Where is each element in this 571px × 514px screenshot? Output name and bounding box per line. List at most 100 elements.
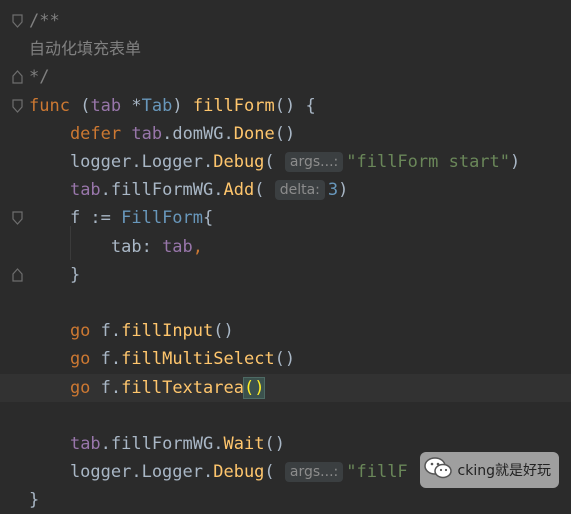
code-token: go <box>29 349 91 370</box>
code-text[interactable]: go f.fillMultiSelect() <box>29 345 295 373</box>
code-token: f := <box>29 208 122 229</box>
code-token: 自动化填充表单 <box>29 39 142 59</box>
code-token: ( <box>69 95 91 116</box>
code-line[interactable]: /** <box>0 7 571 35</box>
code-token: defer <box>29 123 122 144</box>
code-token: logger.Logger. <box>29 152 214 172</box>
code-token: tab <box>69 180 101 201</box>
code-token: { <box>203 208 214 229</box>
code-text[interactable]: logger.Logger.Debug( args...: "fillForm s… <box>29 148 520 176</box>
code-line[interactable] <box>0 402 571 430</box>
code-line[interactable]: go f.fillMultiSelect() <box>0 345 571 373</box>
code-token: tab <box>131 123 163 144</box>
code-token: /** <box>29 11 60 31</box>
code-token: fillMultiSelect <box>121 349 275 370</box>
code-token: tab <box>90 95 122 116</box>
code-token: ( <box>254 180 275 201</box>
fold-close-icon[interactable] <box>12 70 23 84</box>
code-token: tab <box>162 236 193 257</box>
code-token: () <box>242 376 266 399</box>
code-editor[interactable]: /** 自动化填充表单 */func (tab *Tab) fillForm() {… <box>0 0 571 510</box>
code-line[interactable] <box>0 289 571 317</box>
fold-close-icon[interactable] <box>12 267 23 282</box>
code-text[interactable]: */ <box>29 63 49 91</box>
code-token: fillInput <box>121 321 214 342</box>
code-token: .fillFormWG. <box>100 180 224 201</box>
fold-open-icon[interactable] <box>12 14 23 28</box>
code-token: } <box>29 490 40 511</box>
code-token: fillTextarea <box>121 377 244 398</box>
code-line[interactable]: 自动化填充表单 <box>0 35 571 63</box>
code-token: tab: <box>29 236 163 257</box>
fold-open-icon[interactable] <box>12 211 23 226</box>
code-token: go <box>29 377 91 398</box>
code-token: .domWG. <box>162 123 234 144</box>
code-token: Done <box>233 123 275 144</box>
parameter-hint: args...: <box>284 462 344 483</box>
code-token: go <box>29 321 91 342</box>
code-text[interactable]: } <box>29 261 80 289</box>
code-token: "fillForm start" <box>346 152 511 172</box>
code-token: } <box>29 264 81 285</box>
code-line[interactable]: tab.fillFormWG.Add( delta: 3) <box>0 176 571 204</box>
code-token: ) <box>172 95 193 116</box>
code-token: Debug <box>213 152 265 172</box>
code-token: f. <box>90 377 122 398</box>
code-line[interactable]: f := FillForm{ <box>0 204 571 232</box>
code-token: * <box>121 95 142 116</box>
code-token: fillForm <box>192 95 275 116</box>
code-token: Wait <box>223 434 265 454</box>
code-token: Tab <box>141 95 173 116</box>
code-token: , <box>192 236 204 257</box>
code-token: */ <box>29 67 50 88</box>
code-line[interactable]: go f.fillTextarea() <box>0 373 571 402</box>
code-text[interactable]: f := FillForm{ <box>29 204 213 232</box>
code-text[interactable]: defer tab.domWG.Done() <box>29 120 295 148</box>
code-text[interactable]: logger.Logger.Debug( args...: "fillF <box>29 458 408 486</box>
code-text[interactable]: tab: tab, <box>29 233 203 261</box>
code-line[interactable]: logger.Logger.Debug( args...: "fillForm s… <box>0 148 571 176</box>
parameter-hint: delta: <box>274 180 325 201</box>
code-token: ) <box>510 152 521 172</box>
code-text[interactable]: } <box>29 486 39 514</box>
code-line[interactable]: go f.fillInput() <box>0 317 571 345</box>
code-text[interactable]: 自动化填充表单 <box>29 35 141 63</box>
code-token: ( <box>264 462 285 483</box>
code-token: () <box>274 349 296 370</box>
code-token: func <box>29 95 70 116</box>
code-token: "fillF <box>346 462 408 483</box>
code-token: 3 <box>327 180 339 201</box>
code-token: () { <box>274 95 316 116</box>
code-token: () <box>274 123 296 144</box>
code-token: FillForm <box>121 208 204 229</box>
code-token: ) <box>338 180 349 201</box>
code-token: ( <box>264 152 285 172</box>
code-line[interactable]: tab: tab, <box>0 233 571 261</box>
code-text[interactable]: tab.fillFormWG.Add( delta: 3) <box>29 176 348 204</box>
parameter-hint: args...: <box>284 152 344 172</box>
code-token: () <box>264 434 285 454</box>
wechat-icon <box>423 456 454 484</box>
code-line[interactable]: defer tab.domWG.Done() <box>0 120 571 148</box>
watermark-text: cking就是好玩 <box>457 463 551 479</box>
code-line[interactable]: func (tab *Tab) fillForm() { <box>0 92 571 120</box>
code-text[interactable]: tab.fillFormWG.Wait() <box>29 430 285 458</box>
code-token: f. <box>90 349 122 370</box>
code-text[interactable]: func (tab *Tab) fillForm() { <box>29 92 316 120</box>
code-text[interactable]: go f.fillTextarea() <box>29 374 266 402</box>
code-token: logger.Logger. <box>29 462 214 483</box>
code-token: () <box>213 321 234 342</box>
code-line[interactable]: } <box>0 261 571 289</box>
code-token: tab <box>69 434 101 454</box>
fold-open-icon[interactable] <box>12 98 23 113</box>
code-line[interactable]: } <box>0 486 571 514</box>
code-line[interactable]: */ <box>0 63 571 91</box>
watermark: cking就是好玩 <box>419 452 559 488</box>
code-token: Debug <box>213 462 265 483</box>
code-token: Add <box>223 180 255 201</box>
code-text[interactable]: /** <box>29 7 60 35</box>
code-text[interactable]: go f.fillInput() <box>29 317 234 345</box>
